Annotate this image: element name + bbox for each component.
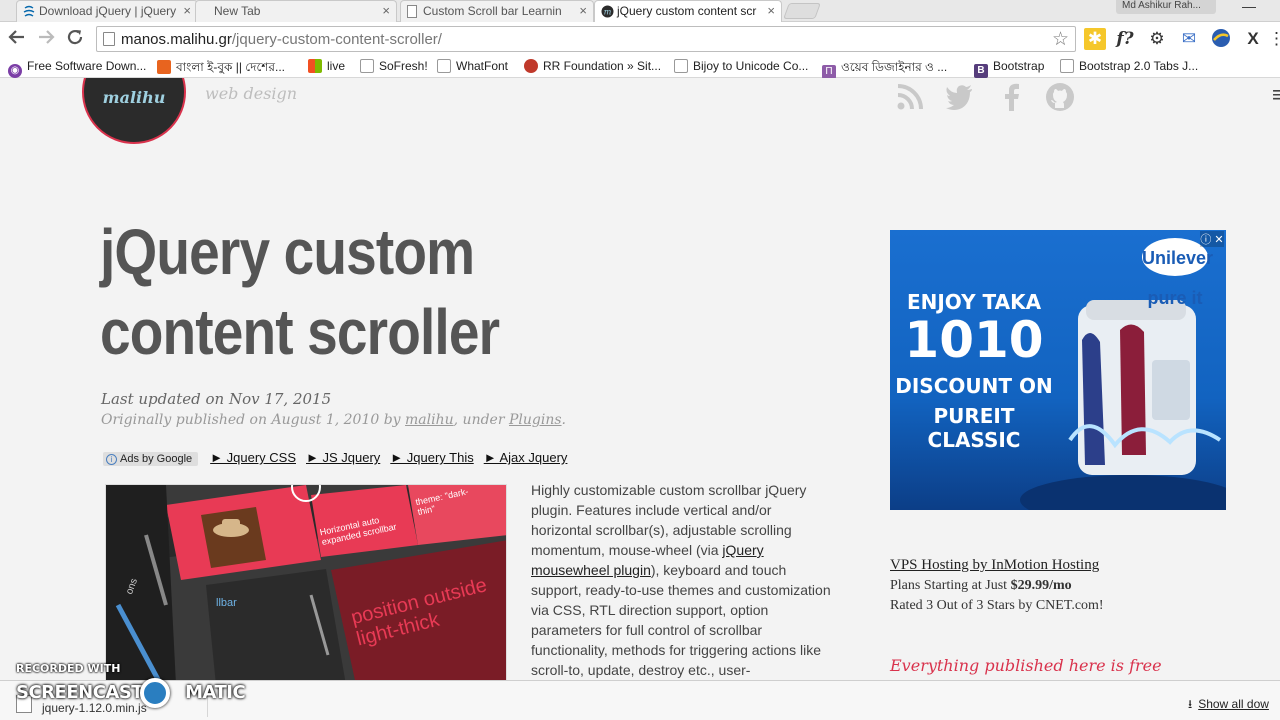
page-content: malihu web design ≡ jQuery custom conten… xyxy=(0,78,1280,680)
menu-icon[interactable]: ≡ xyxy=(1272,82,1280,108)
pureit-brand-logo: Unilever pure it xyxy=(1142,238,1213,308)
ad-amount: 1010 xyxy=(904,311,1044,369)
malihu-icon: m xyxy=(601,5,614,18)
tab-title: Download jQuery | jQuery xyxy=(39,4,177,18)
info-icon: i xyxy=(106,454,117,465)
watermark-screencast: SCREENCAST MATIC xyxy=(16,682,246,703)
tab-jquery-custom-content[interactable]: m jQuery custom content scr × xyxy=(594,0,782,22)
facebook-icon[interactable] xyxy=(997,82,1027,112)
bookmark-icon xyxy=(157,60,171,74)
bookmark-item[interactable]: ◉ Free Software Down... xyxy=(8,59,146,78)
vps-hosting-link[interactable]: VPS Hosting by InMotion Hosting xyxy=(890,557,1099,574)
site-tagline: web design xyxy=(205,84,298,103)
globe-extension-icon[interactable] xyxy=(1210,28,1232,50)
ad-links: i Ads by Google ► Jquery CSS ► JS Jquery ► J… xyxy=(103,449,577,466)
preview-label: llbar xyxy=(216,597,237,609)
close-icon[interactable]: × xyxy=(382,3,390,18)
url-text: manos.malihu.gr/jquery-custom-content-sc… xyxy=(121,31,442,48)
ad-link[interactable]: ► Jquery CSS xyxy=(210,450,296,465)
bookmarks-bar: ◉ Free Software Down... বাংলা ই-বুক || দে… xyxy=(0,56,1280,79)
ad-link[interactable]: ► JS Jquery xyxy=(306,450,380,465)
tab-title: New Tab xyxy=(214,4,261,18)
reload-icon[interactable] xyxy=(66,28,84,50)
ads-by-google-badge[interactable]: i Ads by Google xyxy=(103,452,199,466)
tab-custom-scroll-bar[interactable]: Custom Scroll bar Learnin × xyxy=(400,0,594,22)
gmail-icon[interactable]: ✉ xyxy=(1178,28,1200,50)
twitter-icon[interactable] xyxy=(945,82,975,112)
chrome-menu-icon[interactable]: ⋮ xyxy=(1268,28,1280,50)
watermark-recorded: RECORDED WITH xyxy=(16,662,121,675)
last-updated: Last updated on Nov 17, 2015 xyxy=(101,390,332,408)
bookmark-item[interactable]: B Bootstrap xyxy=(974,59,1044,78)
pureit-ad[interactable]: Unilever pure it ⓘ ✕ ENJOY TAKA 1010 DIS… xyxy=(890,230,1226,510)
bookmark-item[interactable]: Bootstrap 2.0 Tabs J... xyxy=(1060,59,1198,73)
bookmark-icon: Π xyxy=(822,65,836,79)
profile-name[interactable]: Md Ashikur Rah... xyxy=(1116,0,1216,14)
bookmark-item[interactable]: Π ওয়েব ডিজাইনার ও ... xyxy=(822,59,947,79)
vps-rating: Rated 3 Out of 3 Stars by CNET.com! xyxy=(890,598,1104,613)
new-tab-button[interactable] xyxy=(783,3,821,19)
github-icon[interactable] xyxy=(1045,82,1075,112)
whatfont-icon[interactable]: f? xyxy=(1114,28,1136,50)
bookmark-item[interactable]: Bijoy to Unicode Co... xyxy=(674,59,808,73)
close-icon[interactable]: × xyxy=(579,3,587,18)
page-icon xyxy=(407,5,419,18)
ad-line: DISCOUNT ON xyxy=(895,374,1053,398)
bookmark-item[interactable]: বাংলা ই-বুক || দেশের... xyxy=(157,59,285,79)
x-extension-icon[interactable]: X xyxy=(1242,28,1264,50)
bookmark-item[interactable]: RR Foundation » Sit... xyxy=(524,59,661,73)
forward-arrow-icon[interactable] xyxy=(37,28,55,50)
page-icon xyxy=(360,59,374,73)
logo-text: malihu xyxy=(102,88,166,107)
jquery-icon xyxy=(23,5,35,18)
bookmark-item[interactable]: WhatFont xyxy=(437,59,508,73)
close-icon[interactable]: × xyxy=(183,3,191,18)
page-icon xyxy=(1060,59,1074,73)
tab-download-jquery[interactable]: Download jQuery | jQuery × xyxy=(16,0,198,22)
bookmark-item[interactable]: live xyxy=(308,59,345,73)
site-logo[interactable]: malihu xyxy=(82,78,186,144)
show-all-downloads-link[interactable]: ⭳ Show all dow xyxy=(1188,695,1269,716)
tab-strip: Download jQuery | jQuery × New Tab × Cus… xyxy=(0,0,1280,22)
close-icon[interactable]: × xyxy=(767,3,775,18)
download-filename: jquery-1.12.0.min.js xyxy=(42,701,147,715)
bookmark-item[interactable]: SoFresh! xyxy=(360,59,428,73)
settings-gear-icon[interactable]: ⚙ xyxy=(1146,28,1168,50)
windows-live-icon xyxy=(308,59,322,73)
tab-new-tab[interactable]: New Tab × xyxy=(195,0,397,22)
address-bar[interactable]: manos.malihu.gr/jquery-custom-content-sc… xyxy=(96,26,1076,52)
plugin-preview-image[interactable]: Horizontal auto expanded scrollbar theme… xyxy=(105,484,507,680)
screencast-logo-icon xyxy=(140,678,170,708)
page-info-icon[interactable] xyxy=(103,32,115,46)
published-info: Originally published on August 1, 2010 b… xyxy=(101,412,566,428)
plugin-description: Highly customizable custom scrollbar jQu… xyxy=(531,482,831,678)
rss-icon[interactable] xyxy=(895,82,925,112)
bookmark-icon: ◉ xyxy=(8,64,22,78)
extension-star-icon[interactable]: ✱ xyxy=(1084,28,1106,50)
ad-link[interactable]: ► Jquery This xyxy=(390,450,473,465)
ad-close-icon[interactable]: ⓘ ✕ xyxy=(1200,231,1224,247)
page-icon xyxy=(437,59,451,73)
bootstrap-icon: B xyxy=(974,64,988,78)
tab-title: jQuery custom content scr xyxy=(617,4,757,18)
rr-icon xyxy=(524,59,538,73)
back-arrow-icon[interactable] xyxy=(8,28,26,50)
ad-line: PUREIT CLASSIC xyxy=(927,404,1021,452)
category-link[interactable]: Plugins xyxy=(509,412,562,428)
vps-price: Plans Starting at Just $29.99/mo xyxy=(890,578,1072,593)
free-notice: Everything published here is free xyxy=(890,656,1162,675)
bookmark-star-icon[interactable]: ☆ xyxy=(1052,28,1069,51)
tab-title: Custom Scroll bar Learnin xyxy=(423,4,562,18)
svg-text:m: m xyxy=(604,8,612,17)
minimize-icon[interactable]: — xyxy=(1242,0,1256,14)
ad-link[interactable]: ► Ajax Jquery xyxy=(484,450,568,465)
author-link[interactable]: malihu xyxy=(405,412,454,428)
page-title: jQuery custom content scroller xyxy=(100,216,500,368)
page-icon xyxy=(674,59,688,73)
download-arrow-icon: ⭳ xyxy=(1188,697,1193,711)
